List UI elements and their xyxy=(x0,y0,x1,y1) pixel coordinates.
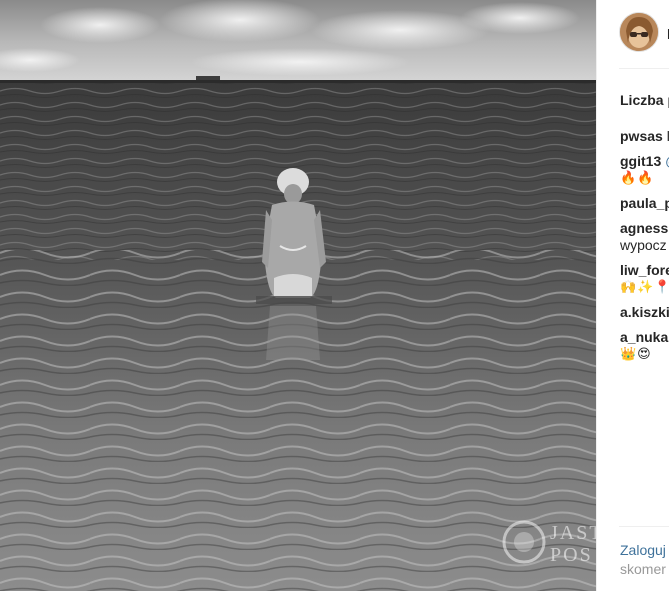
post-sidebar: l Liczba p pwsas l ggit13 @ 🔥🔥 paula_p a… xyxy=(596,0,669,591)
header-divider xyxy=(619,68,669,69)
avatar[interactable] xyxy=(619,12,659,52)
comment-user[interactable]: liw_fore xyxy=(620,262,669,278)
comment-user[interactable]: pwsas xyxy=(620,128,663,144)
comment-emoji: 🙌✨📍 xyxy=(620,280,669,295)
login-prompt-text: skomer xyxy=(620,561,666,577)
swimmer-reflection xyxy=(266,306,320,360)
watermark-line-1: JAST xyxy=(550,522,596,544)
watermark-logo: JASTPOS xyxy=(500,518,596,570)
comment-text: wypocz xyxy=(620,237,667,253)
comment-user[interactable]: a_nuka xyxy=(620,329,668,345)
comment-emoji: 👑😍 xyxy=(620,347,652,362)
login-link[interactable]: Zaloguj xyxy=(620,541,666,560)
comment: paula_p xyxy=(620,195,669,212)
comment: a_nuka 👑😍 xyxy=(620,329,669,363)
footer-divider xyxy=(619,526,669,527)
comment-user[interactable]: a.kiszki xyxy=(620,304,669,320)
comment-user[interactable]: paula_p xyxy=(620,195,669,211)
comment: pwsas l xyxy=(620,128,669,145)
comment: ggit13 @ 🔥🔥 xyxy=(620,153,669,187)
post-photo[interactable]: JASTPOS xyxy=(0,0,596,591)
login-prompt: Zaloguj skomer xyxy=(620,541,666,579)
comment: liw_fore 🙌✨📍 xyxy=(620,262,669,296)
comment-user[interactable]: ggit13 xyxy=(620,153,661,169)
comment: a.kiszki xyxy=(620,304,669,321)
comment: agness wypocz xyxy=(620,220,669,254)
comment-mention[interactable]: @ xyxy=(665,153,669,169)
likes-count[interactable]: Liczba p xyxy=(620,92,669,108)
comment-emoji: 🔥🔥 xyxy=(620,171,655,186)
watermark-line-2: POS xyxy=(550,544,593,566)
comment-user[interactable]: agness xyxy=(620,220,668,236)
comments-list: pwsas l ggit13 @ 🔥🔥 paula_p agness wypoc… xyxy=(620,128,669,371)
avatar-image xyxy=(620,13,658,51)
sea-photo-image xyxy=(0,0,596,591)
